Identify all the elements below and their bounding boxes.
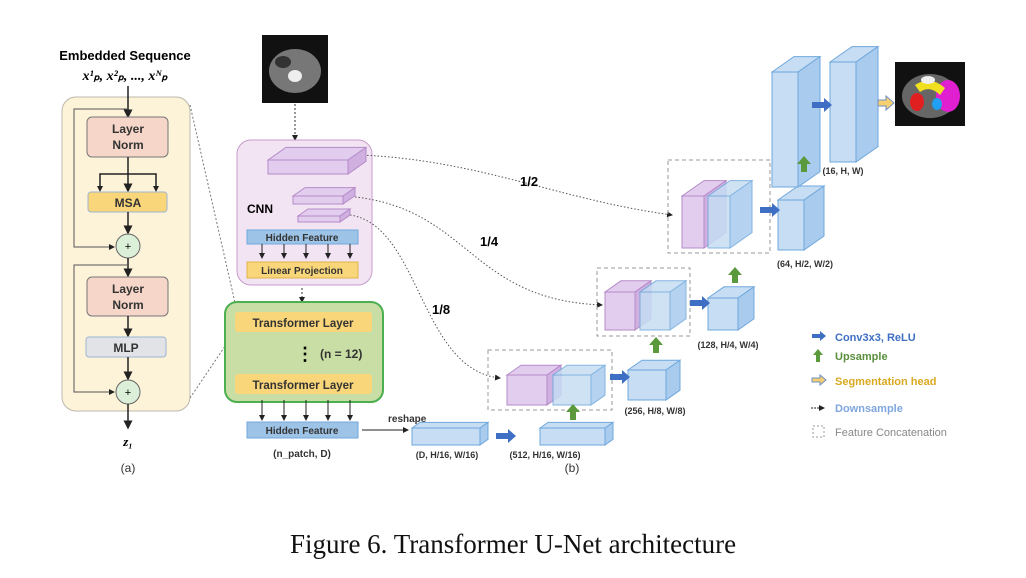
skip-label-quarter: 1/4: [480, 234, 499, 249]
feature-16-a: [770, 55, 822, 188]
panel-a-label: (a): [121, 461, 136, 475]
legend-upsample: Upsample: [835, 351, 888, 363]
cnn-label: CNN: [247, 202, 273, 216]
feature-512: [538, 421, 615, 446]
mlp-text: MLP: [113, 341, 138, 355]
svg-text:⋮: ⋮: [296, 344, 314, 364]
legend-conv: Conv3x3, ReLU: [835, 332, 916, 344]
legend-feature-concatenation: Feature Concatenation: [835, 427, 947, 439]
shape-d: (D, H/16, W/16): [416, 450, 479, 460]
feature-16-b: [828, 45, 880, 163]
output-z1: z₁: [122, 434, 133, 449]
conv-arrow: [610, 370, 630, 384]
msa-text: MSA: [115, 196, 142, 210]
legend: Conv3x3, ReLU Upsample Segmentation head…: [811, 331, 947, 439]
shape-64: (64, H/2, W/2): [777, 259, 833, 269]
blue-arrow-right-icon: [812, 331, 826, 341]
up-feature-1: [551, 364, 607, 406]
up-feature-2: [638, 279, 688, 331]
embedded-sequence-title: Embedded Sequence: [59, 48, 190, 63]
repeat-count: (n = 12): [320, 347, 362, 361]
layer-norm-2-text: Layer: [112, 282, 144, 296]
upsample-arrow: [728, 267, 742, 283]
transformer-layer-detail: Embedded Sequence x¹ₚ, x²ₚ, ..., xᴺₚ Lay…: [59, 48, 237, 475]
hidden-feature-bottom-text: Hidden Feature: [266, 426, 339, 437]
shape-128: (128, H/4, W/4): [697, 340, 758, 350]
hidden-feature-top-text: Hidden Feature: [266, 233, 339, 244]
layer-norm-2-text: Norm: [112, 298, 143, 312]
shape-512: (512, H/16, W/16): [509, 450, 580, 460]
feature-128: [706, 285, 756, 331]
skip-label-half: 1/2: [520, 174, 538, 189]
figure: Embedded Sequence x¹ₚ, x²ₚ, ..., xᴺₚ Lay…: [0, 0, 1026, 578]
hollow-arrow-right-icon: [811, 373, 827, 387]
encoder: CNN Hidden Feature Linear Projection Tra…: [224, 35, 427, 460]
transformer-layer-2-text: Transformer Layer: [253, 380, 355, 392]
skip-connections: [349, 154, 673, 381]
plus-text: +: [125, 387, 131, 399]
input-sequence: x¹ₚ, x²ₚ, ..., xᴺₚ: [81, 69, 168, 84]
hidden-shape: (n_patch, D): [273, 449, 331, 460]
skip-label-eighth: 1/8: [432, 302, 450, 317]
panel-b-label: (b): [565, 461, 580, 475]
layer-norm-1-text: Norm: [112, 138, 143, 152]
green-arrow-up-icon: [813, 349, 823, 362]
cnn-feature-map-1: [266, 146, 368, 175]
layer-norm-1-text: Layer: [112, 122, 144, 136]
transformer-layer-1-text: Transformer Layer: [253, 318, 355, 330]
legend-downsample: Downsample: [835, 403, 903, 415]
segmentation-head-arrow: [877, 94, 895, 112]
shape-256: (256, H/8, W/8): [624, 406, 685, 416]
feature-d: [410, 421, 490, 446]
plus-text: +: [125, 241, 131, 253]
linear-projection-text: Linear Projection: [261, 266, 343, 277]
upsample-arrow: [649, 337, 663, 353]
feature-256: [626, 359, 682, 401]
conv-arrow: [496, 429, 516, 443]
transunet-diagram: Embedded Sequence x¹ₚ, x²ₚ, ..., xᴺₚ Lay…: [59, 35, 965, 559]
feature-64: [776, 185, 826, 251]
upsample-arrow: [566, 404, 580, 420]
shape-16: (16, H, W): [822, 166, 863, 176]
cnn-feature-map-2: [291, 186, 357, 205]
cnn-feature-map-3: [296, 208, 352, 223]
figure-caption: Figure 6. Transformer U-Net architecture: [290, 529, 736, 559]
legend-segmentation-head: Segmentation head: [835, 376, 936, 388]
dashed-square-icon: [812, 425, 825, 438]
